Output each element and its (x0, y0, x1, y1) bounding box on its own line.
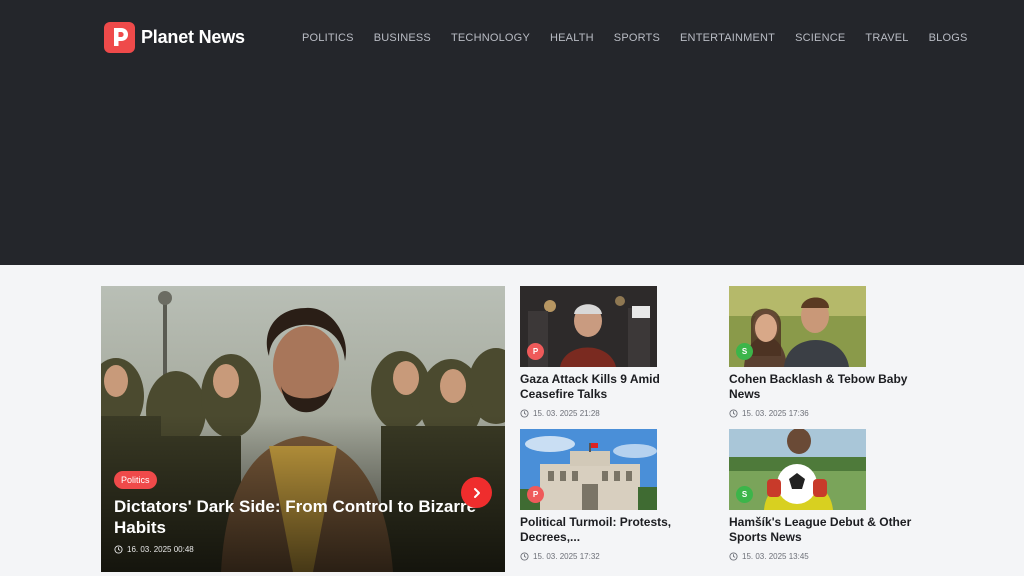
article-thumbnail: S (729, 286, 866, 367)
article-title[interactable]: Hamšík's League Debut & Other Sports New… (729, 515, 919, 545)
category-pill[interactable]: Politics (114, 471, 157, 489)
logo-text: Planet News (141, 26, 245, 47)
nav-item-travel[interactable]: TRAVEL (865, 32, 908, 44)
clock-icon (114, 545, 123, 554)
nav-item-health[interactable]: HEALTH (550, 32, 594, 44)
article-card-cohen[interactable]: S Cohen Backlash & Tebow Baby News 15. 0… (729, 286, 929, 418)
category-badge: P (527, 343, 544, 360)
hero-date: 16. 03. 2025 00:48 (114, 545, 194, 554)
hero-category-tag[interactable]: Politics (114, 470, 157, 489)
article-date-text: 15. 03. 2025 17:36 (742, 409, 809, 418)
article-date-text: 15. 03. 2025 21:28 (533, 409, 600, 418)
article-date: 15. 03. 2025 17:36 (729, 409, 929, 418)
category-badge: P (527, 486, 544, 503)
category-badge: S (736, 486, 753, 503)
clock-icon (520, 409, 529, 418)
nav-item-business[interactable]: BUSINESS (374, 32, 431, 44)
article-card-gaza[interactable]: P Gaza Attack Kills 9 Amid Ceasefire Tal… (520, 286, 720, 418)
chevron-right-icon (473, 487, 480, 498)
nav-item-entertainment[interactable]: ENTERTAINMENT (680, 32, 775, 44)
article-date-text: 15. 03. 2025 17:32 (533, 552, 600, 561)
clock-icon (729, 552, 738, 561)
clock-icon (729, 409, 738, 418)
nav-item-science[interactable]: SCIENCE (795, 32, 845, 44)
nav-item-technology[interactable]: TECHNOLOGY (451, 32, 530, 44)
article-date-text: 15. 03. 2025 13:45 (742, 552, 809, 561)
category-badge: S (736, 343, 753, 360)
site-logo[interactable]: Planet News (104, 21, 245, 53)
article-thumbnail: S (729, 429, 866, 510)
main-nav: POLITICS BUSINESS TECHNOLOGY HEALTH SPOR… (302, 30, 967, 46)
hero-title[interactable]: Dictators' Dark Side: From Control to Bi… (114, 496, 494, 538)
nav-item-politics[interactable]: POLITICS (302, 32, 354, 44)
nav-item-blogs[interactable]: BLOGS (929, 32, 968, 44)
hero-date-text: 16. 03. 2025 00:48 (127, 545, 194, 554)
article-card-political-turmoil[interactable]: P Political Turmoil: Protests, Decrees,.… (520, 429, 720, 561)
logo-badge-icon (104, 21, 135, 53)
article-thumbnail: P (520, 286, 657, 367)
article-date: 15. 03. 2025 13:45 (729, 552, 929, 561)
clock-icon (520, 552, 529, 561)
article-thumbnail: P (520, 429, 657, 510)
carousel-next-button[interactable] (461, 477, 492, 508)
article-card-hamsik[interactable]: S Hamšík's League Debut & Other Sports N… (729, 429, 929, 561)
article-title[interactable]: Cohen Backlash & Tebow Baby News (729, 372, 919, 402)
article-title[interactable]: Gaza Attack Kills 9 Amid Ceasefire Talks (520, 372, 710, 402)
article-date: 15. 03. 2025 17:32 (520, 552, 720, 561)
article-date: 15. 03. 2025 21:28 (520, 409, 720, 418)
article-title[interactable]: Political Turmoil: Protests, Decrees,... (520, 515, 710, 545)
nav-item-sports[interactable]: SPORTS (614, 32, 660, 44)
